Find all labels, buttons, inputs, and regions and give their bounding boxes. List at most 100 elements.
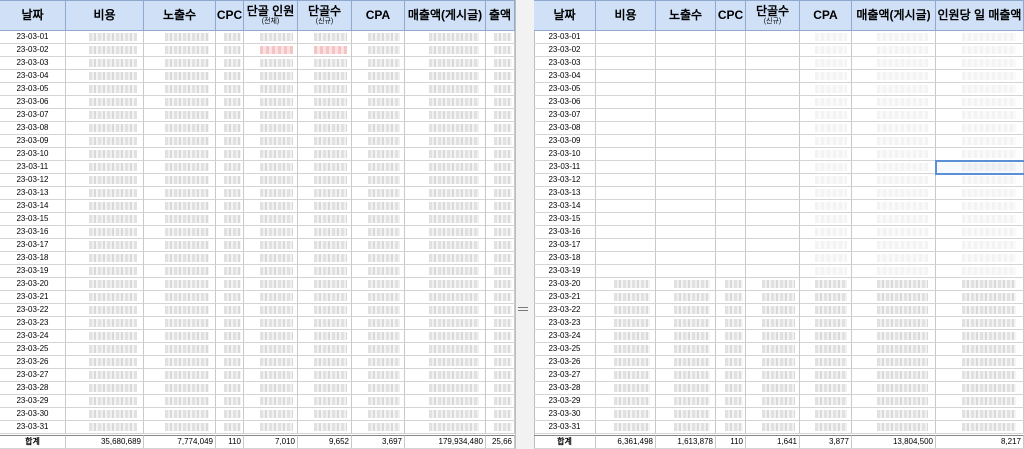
redacted-value-cell[interactable] [352,44,405,57]
date-cell[interactable]: 23-03-04 [534,70,596,83]
redacted-value-cell[interactable] [596,122,656,135]
redacted-value-cell[interactable] [486,317,515,330]
date-cell[interactable]: 23-03-20 [534,278,596,291]
redacted-value-cell[interactable] [144,57,216,70]
redacted-value-cell[interactable] [144,148,216,161]
redacted-value-cell[interactable] [936,278,1024,291]
redacted-value-cell[interactable] [852,44,936,57]
date-cell[interactable]: 23-03-30 [534,408,596,421]
redacted-value-cell[interactable] [746,200,800,213]
redacted-value-cell[interactable] [66,369,144,382]
redacted-value-cell[interactable] [486,83,515,96]
redacted-value-cell[interactable] [800,330,852,343]
redacted-value-cell[interactable] [800,44,852,57]
redacted-value-cell[interactable] [298,161,352,174]
redacted-value-cell[interactable] [716,356,746,369]
redacted-value-cell[interactable] [244,330,298,343]
date-cell[interactable]: 23-03-23 [0,317,66,330]
redacted-value-cell[interactable] [936,109,1024,122]
redacted-value-cell[interactable] [656,239,716,252]
redacted-value-cell[interactable] [486,122,515,135]
redacted-value-cell[interactable] [596,96,656,109]
redacted-value-cell[interactable] [216,408,244,421]
redacted-value-cell[interactable] [852,96,936,109]
redacted-value-cell[interactable] [746,265,800,278]
redacted-value-cell[interactable] [352,122,405,135]
redacted-value-cell[interactable] [716,213,746,226]
redacted-value-cell[interactable] [656,44,716,57]
redacted-value-cell[interactable] [656,31,716,44]
left-column-header[interactable]: 노출수 [144,0,216,31]
date-cell[interactable]: 23-03-26 [0,356,66,369]
redacted-value-cell[interactable] [216,226,244,239]
date-cell[interactable]: 23-03-18 [0,252,66,265]
redacted-value-cell[interactable] [298,213,352,226]
redacted-value-cell[interactable] [656,343,716,356]
redacted-value-cell[interactable] [298,44,352,57]
redacted-value-cell[interactable] [486,31,515,44]
redacted-value-cell[interactable] [596,174,656,187]
date-cell[interactable]: 23-03-23 [534,317,596,330]
pane-splitter[interactable] [515,0,535,449]
redacted-value-cell[interactable] [405,200,486,213]
redacted-value-cell[interactable] [800,161,852,174]
redacted-value-cell[interactable] [746,369,800,382]
date-cell[interactable]: 23-03-06 [0,96,66,109]
redacted-value-cell[interactable] [144,96,216,109]
redacted-value-cell[interactable] [486,252,515,265]
date-cell[interactable]: 23-03-30 [0,408,66,421]
redacted-value-cell[interactable] [66,421,144,434]
redacted-value-cell[interactable] [746,226,800,239]
redacted-value-cell[interactable] [66,70,144,83]
redacted-value-cell[interactable] [405,109,486,122]
redacted-value-cell[interactable] [66,83,144,96]
redacted-value-cell[interactable] [298,239,352,252]
date-cell[interactable]: 23-03-27 [534,369,596,382]
redacted-value-cell[interactable] [298,356,352,369]
redacted-value-cell[interactable] [405,44,486,57]
redacted-value-cell[interactable] [852,174,936,187]
redacted-value-cell[interactable] [746,304,800,317]
redacted-value-cell[interactable] [216,265,244,278]
redacted-value-cell[interactable] [66,122,144,135]
redacted-value-cell[interactable] [656,330,716,343]
redacted-value-cell[interactable] [852,161,936,174]
redacted-value-cell[interactable] [216,421,244,434]
date-cell[interactable]: 23-03-25 [0,343,66,356]
redacted-value-cell[interactable] [936,174,1024,187]
redacted-value-cell[interactable] [144,187,216,200]
redacted-value-cell[interactable] [656,83,716,96]
date-cell[interactable]: 23-03-25 [534,343,596,356]
redacted-value-cell[interactable] [66,226,144,239]
redacted-value-cell[interactable] [596,109,656,122]
redacted-value-cell[interactable] [746,382,800,395]
redacted-value-cell[interactable] [405,408,486,421]
redacted-value-cell[interactable] [800,369,852,382]
redacted-value-cell[interactable] [852,200,936,213]
redacted-value-cell[interactable] [298,395,352,408]
date-cell[interactable]: 23-03-11 [534,161,596,174]
redacted-value-cell[interactable] [852,239,936,252]
redacted-value-cell[interactable] [656,356,716,369]
redacted-value-cell[interactable] [936,122,1024,135]
redacted-value-cell[interactable] [936,291,1024,304]
redacted-value-cell[interactable] [852,57,936,70]
date-cell[interactable]: 23-03-09 [0,135,66,148]
redacted-value-cell[interactable] [746,395,800,408]
date-cell[interactable]: 23-03-11 [0,161,66,174]
redacted-value-cell[interactable] [298,278,352,291]
date-cell[interactable]: 23-03-28 [0,382,66,395]
redacted-value-cell[interactable] [746,122,800,135]
date-cell[interactable]: 23-03-15 [534,213,596,226]
redacted-value-cell[interactable] [216,239,244,252]
redacted-value-cell[interactable] [144,135,216,148]
date-cell[interactable]: 23-03-10 [0,148,66,161]
redacted-value-cell[interactable] [746,252,800,265]
redacted-value-cell[interactable] [298,369,352,382]
date-cell[interactable]: 23-03-24 [534,330,596,343]
redacted-value-cell[interactable] [656,395,716,408]
redacted-value-cell[interactable] [298,83,352,96]
redacted-value-cell[interactable] [144,330,216,343]
redacted-value-cell[interactable] [800,304,852,317]
redacted-value-cell[interactable] [656,382,716,395]
